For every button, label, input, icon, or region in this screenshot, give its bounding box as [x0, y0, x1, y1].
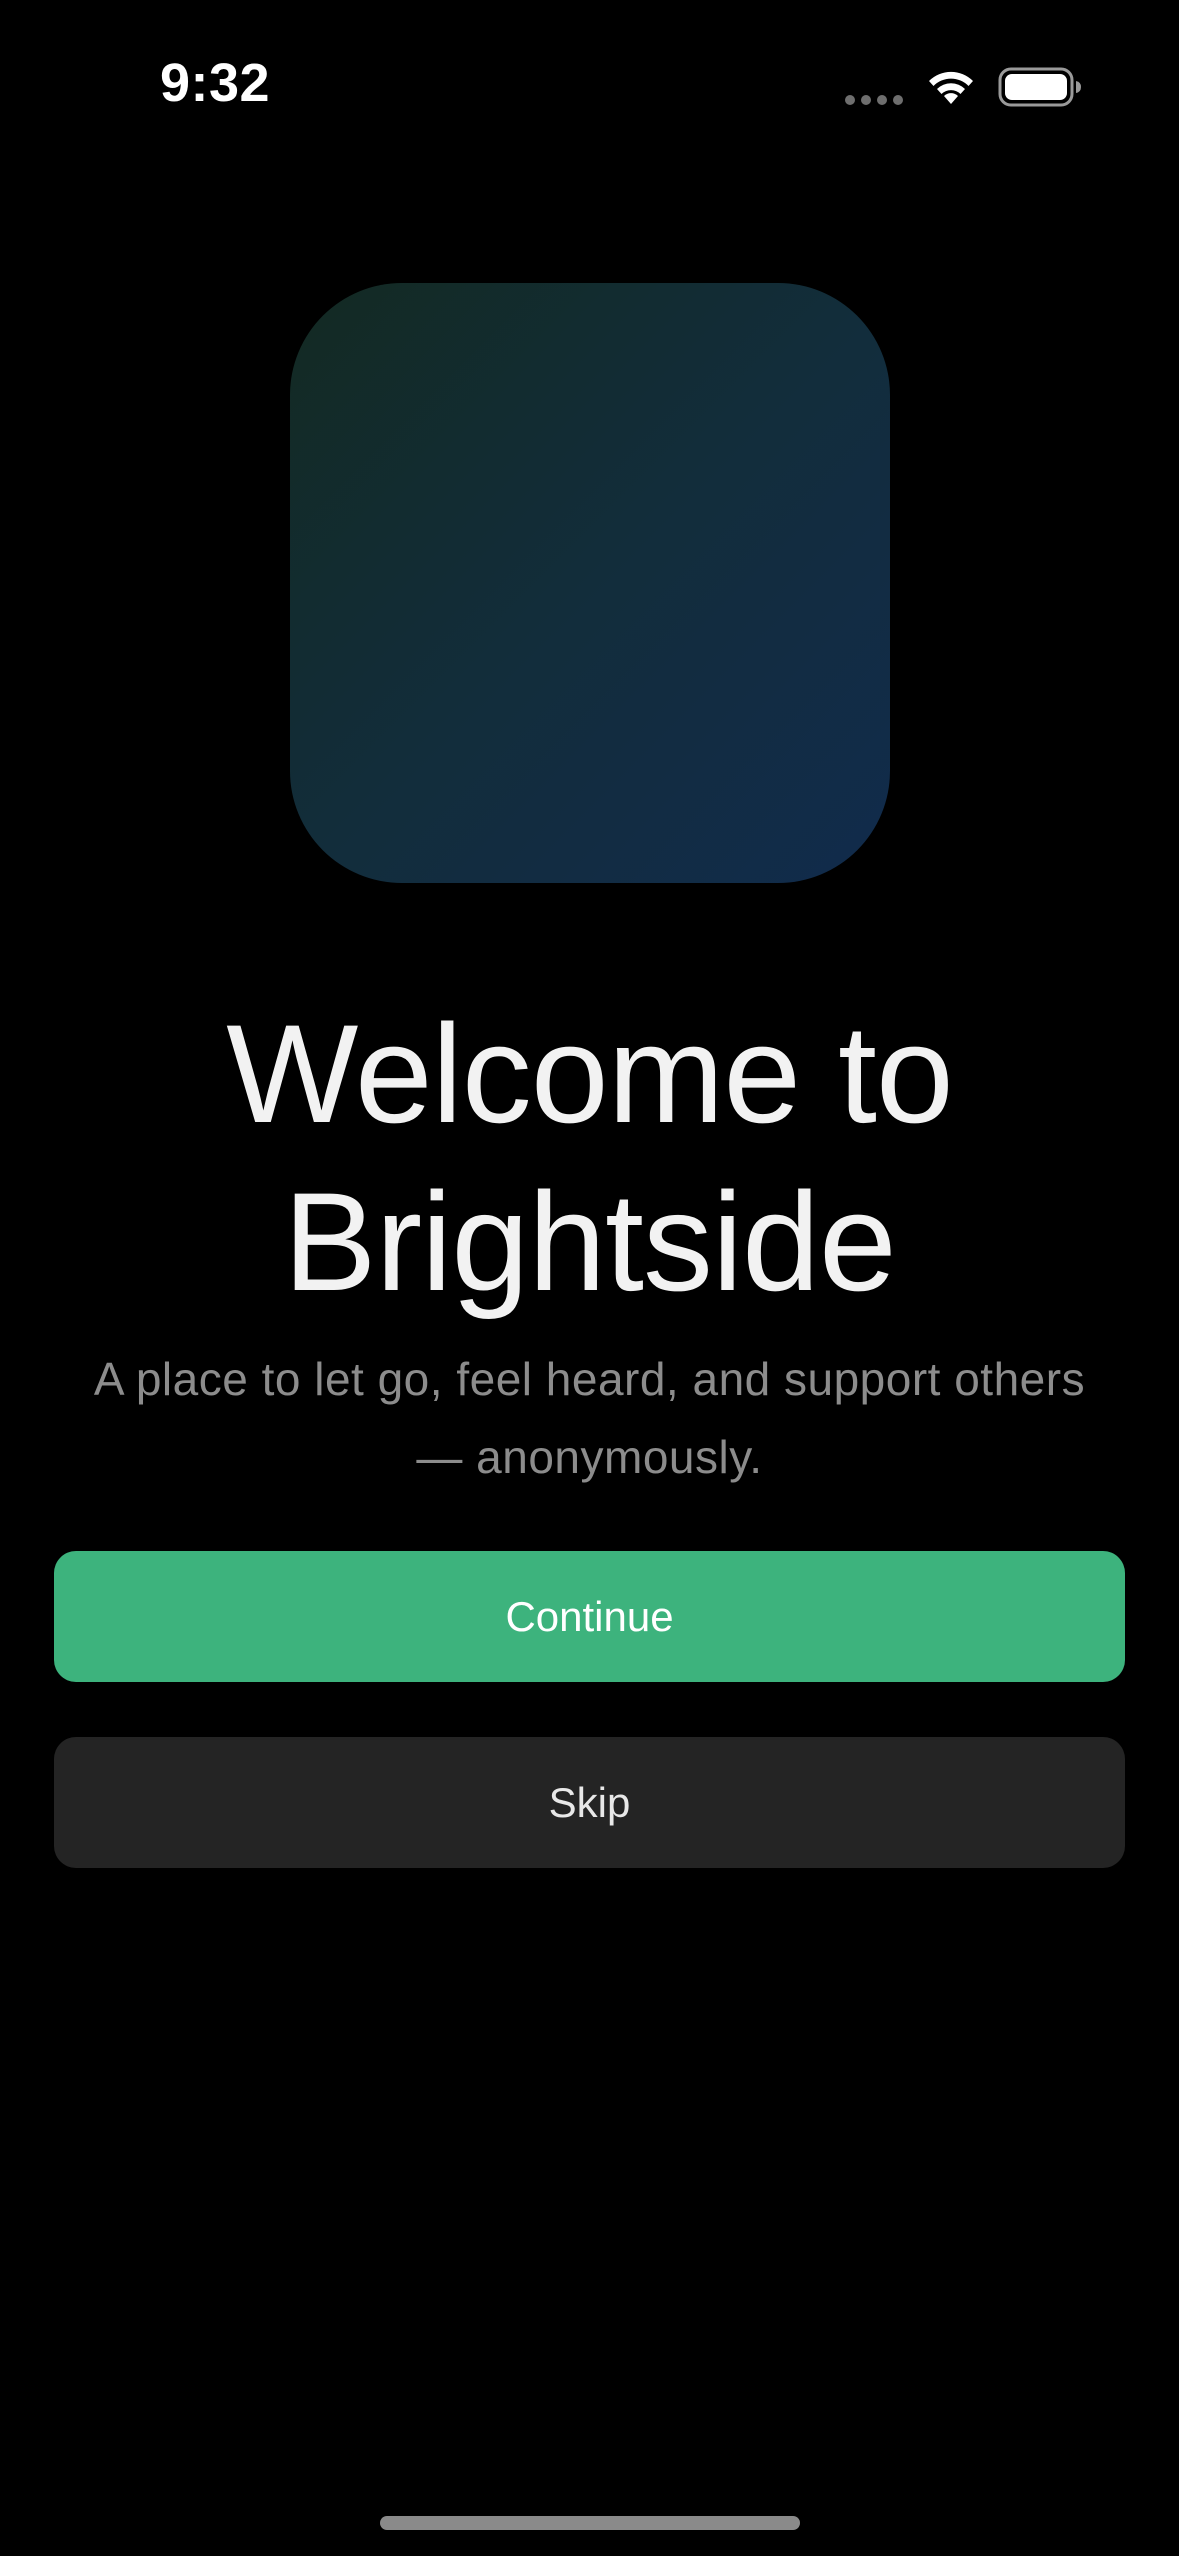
battery-icon [998, 67, 1081, 107]
status-bar: 9:32 [0, 0, 1179, 150]
skip-button-label: Skip [548, 1778, 631, 1826]
welcome-title-line-2: Brightside [283, 1163, 897, 1320]
app-icon [290, 283, 890, 883]
welcome-subtitle: A place to let go, feel heard, and suppo… [40, 1340, 1139, 1496]
welcome-title-line-1: Welcome to [226, 995, 954, 1152]
cellular-signal-icon [845, 95, 905, 105]
welcome-screen: 9:32 Welcome to Brightside A place to le… [0, 0, 1179, 2556]
welcome-title: Welcome to Brightside [0, 990, 1179, 1326]
continue-button[interactable]: Continue [54, 1551, 1125, 1682]
subtitle-line-2: — anonymously. [416, 1431, 763, 1483]
subtitle-line-1: A place to let go, feel heard, and suppo… [93, 1353, 1086, 1405]
home-indicator[interactable] [380, 2516, 800, 2530]
wifi-icon [929, 71, 973, 104]
status-time: 9:32 [160, 53, 271, 113]
skip-button[interactable]: Skip [54, 1737, 1125, 1868]
continue-button-label: Continue [505, 1592, 674, 1640]
